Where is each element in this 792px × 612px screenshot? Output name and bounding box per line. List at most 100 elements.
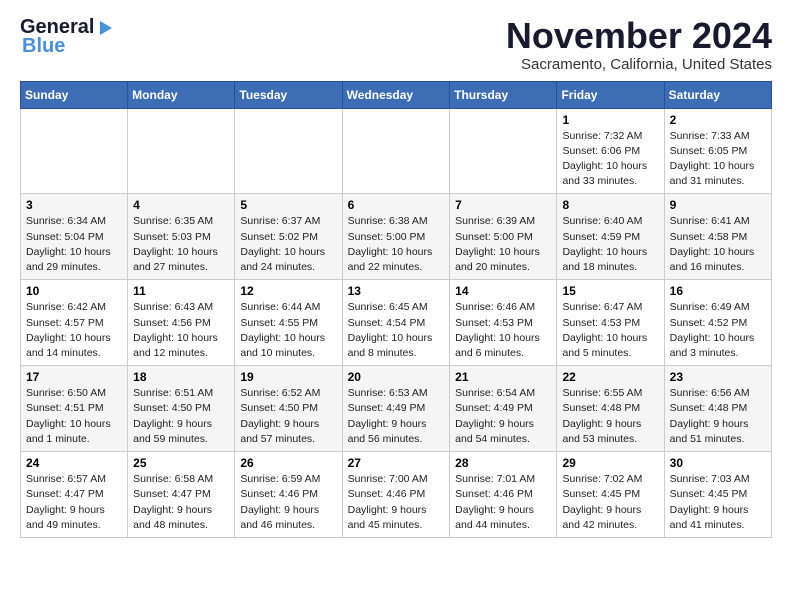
calendar-cell: 19 Sunrise: 6:52 AM Sunset: 4:50 PM Dayli… [235, 366, 342, 452]
calendar-week-row: 1 Sunrise: 7:32 AM Sunset: 6:06 PM Daylig… [21, 108, 772, 194]
day-number: 15 [562, 284, 658, 298]
day-info: Sunrise: 6:40 AM Sunset: 4:59 PM Dayligh… [562, 214, 658, 275]
day-info: Sunrise: 6:57 AM Sunset: 4:47 PM Dayligh… [26, 472, 122, 533]
calendar-cell [235, 108, 342, 194]
calendar-cell: 18 Sunrise: 6:51 AM Sunset: 4:50 PM Dayli… [128, 366, 235, 452]
logo: General Blue [20, 16, 116, 58]
calendar: SundayMondayTuesdayWednesdayThursdayFrid… [20, 81, 772, 538]
day-number: 24 [26, 456, 122, 470]
col-header-saturday: Saturday [664, 81, 771, 108]
calendar-cell: 5 Sunrise: 6:37 AM Sunset: 5:02 PM Daylig… [235, 194, 342, 280]
day-number: 18 [133, 370, 229, 384]
day-info: Sunrise: 6:53 AM Sunset: 4:49 PM Dayligh… [348, 386, 445, 447]
month-title: November 2024 [506, 16, 772, 56]
calendar-week-row: 24 Sunrise: 6:57 AM Sunset: 4:47 PM Dayli… [21, 452, 772, 538]
day-number: 4 [133, 198, 229, 212]
calendar-cell: 4 Sunrise: 6:35 AM Sunset: 5:03 PM Daylig… [128, 194, 235, 280]
day-info: Sunrise: 6:49 AM Sunset: 4:52 PM Dayligh… [670, 300, 766, 361]
calendar-week-row: 17 Sunrise: 6:50 AM Sunset: 4:51 PM Dayli… [21, 366, 772, 452]
col-header-wednesday: Wednesday [342, 81, 450, 108]
day-info: Sunrise: 6:39 AM Sunset: 5:00 PM Dayligh… [455, 214, 551, 275]
day-number: 25 [133, 456, 229, 470]
calendar-cell: 10Sunrise: 6:42 AM Sunset: 4:57 PM Dayli… [21, 280, 128, 366]
day-number: 19 [240, 370, 336, 384]
day-info: Sunrise: 6:34 AM Sunset: 5:04 PM Dayligh… [26, 214, 122, 275]
calendar-header-row: SundayMondayTuesdayWednesdayThursdayFrid… [21, 81, 772, 108]
day-number: 8 [562, 198, 658, 212]
calendar-cell: 9 Sunrise: 6:41 AM Sunset: 4:58 PM Daylig… [664, 194, 771, 280]
day-number: 26 [240, 456, 336, 470]
day-info: Sunrise: 6:51 AM Sunset: 4:50 PM Dayligh… [133, 386, 229, 447]
calendar-cell: 22 Sunrise: 6:55 AM Sunset: 4:48 PM Dayli… [557, 366, 664, 452]
col-header-tuesday: Tuesday [235, 81, 342, 108]
day-number: 9 [670, 198, 766, 212]
day-number: 5 [240, 198, 336, 212]
title-block: November 2024 Sacramento, California, Un… [506, 16, 772, 73]
calendar-cell: 28 Sunrise: 7:01 AM Sunset: 4:46 PM Dayli… [450, 452, 557, 538]
calendar-cell: 20 Sunrise: 6:53 AM Sunset: 4:49 PM Dayli… [342, 366, 450, 452]
day-info: Sunrise: 6:41 AM Sunset: 4:58 PM Dayligh… [670, 214, 766, 275]
day-info: Sunrise: 6:52 AM Sunset: 4:50 PM Dayligh… [240, 386, 336, 447]
day-info: Sunrise: 6:43 AM Sunset: 4:56 PM Dayligh… [133, 300, 229, 361]
day-number: 17 [26, 370, 122, 384]
day-info: Sunrise: 6:38 AM Sunset: 5:00 PM Dayligh… [348, 214, 445, 275]
calendar-cell: 2 Sunrise: 7:33 AM Sunset: 6:05 PM Daylig… [664, 108, 771, 194]
calendar-cell: 16 Sunrise: 6:49 AM Sunset: 4:52 PM Dayli… [664, 280, 771, 366]
day-number: 2 [670, 113, 766, 127]
col-header-thursday: Thursday [450, 81, 557, 108]
day-info: Sunrise: 6:55 AM Sunset: 4:48 PM Dayligh… [562, 386, 658, 447]
logo-blue: Blue [22, 35, 65, 58]
header: General Blue November 2024 Sacramento, C… [20, 16, 772, 73]
day-number: 12 [240, 284, 336, 298]
location: Sacramento, California, United States [506, 56, 772, 73]
day-number: 16 [670, 284, 766, 298]
calendar-week-row: 10Sunrise: 6:42 AM Sunset: 4:57 PM Dayli… [21, 280, 772, 366]
day-info: Sunrise: 6:46 AM Sunset: 4:53 PM Dayligh… [455, 300, 551, 361]
calendar-cell: 13Sunrise: 6:45 AM Sunset: 4:54 PM Dayli… [342, 280, 450, 366]
day-info: Sunrise: 6:47 AM Sunset: 4:53 PM Dayligh… [562, 300, 658, 361]
day-number: 3 [26, 198, 122, 212]
calendar-week-row: 3 Sunrise: 6:34 AM Sunset: 5:04 PM Daylig… [21, 194, 772, 280]
day-info: Sunrise: 7:03 AM Sunset: 4:45 PM Dayligh… [670, 472, 766, 533]
calendar-cell: 25 Sunrise: 6:58 AM Sunset: 4:47 PM Dayli… [128, 452, 235, 538]
day-info: Sunrise: 6:50 AM Sunset: 4:51 PM Dayligh… [26, 386, 122, 447]
calendar-cell [450, 108, 557, 194]
day-info: Sunrise: 7:33 AM Sunset: 6:05 PM Dayligh… [670, 129, 766, 190]
day-number: 11 [133, 284, 229, 298]
calendar-cell: 12 Sunrise: 6:44 AM Sunset: 4:55 PM Dayli… [235, 280, 342, 366]
calendar-cell: 6 Sunrise: 6:38 AM Sunset: 5:00 PM Daylig… [342, 194, 450, 280]
calendar-cell: 24 Sunrise: 6:57 AM Sunset: 4:47 PM Dayli… [21, 452, 128, 538]
day-number: 13 [348, 284, 445, 298]
day-number: 1 [562, 113, 658, 127]
day-number: 10 [26, 284, 122, 298]
calendar-cell: 21 Sunrise: 6:54 AM Sunset: 4:49 PM Dayli… [450, 366, 557, 452]
day-info: Sunrise: 6:44 AM Sunset: 4:55 PM Dayligh… [240, 300, 336, 361]
calendar-cell: 15 Sunrise: 6:47 AM Sunset: 4:53 PM Dayli… [557, 280, 664, 366]
day-info: Sunrise: 6:54 AM Sunset: 4:49 PM Dayligh… [455, 386, 551, 447]
day-info: Sunrise: 6:56 AM Sunset: 4:48 PM Dayligh… [670, 386, 766, 447]
day-info: Sunrise: 7:02 AM Sunset: 4:45 PM Dayligh… [562, 472, 658, 533]
day-info: Sunrise: 7:00 AM Sunset: 4:46 PM Dayligh… [348, 472, 445, 533]
day-info: Sunrise: 7:32 AM Sunset: 6:06 PM Dayligh… [562, 129, 658, 190]
col-header-monday: Monday [128, 81, 235, 108]
calendar-cell: 27Sunrise: 7:00 AM Sunset: 4:46 PM Dayli… [342, 452, 450, 538]
day-number: 22 [562, 370, 658, 384]
calendar-cell: 17 Sunrise: 6:50 AM Sunset: 4:51 PM Dayli… [21, 366, 128, 452]
day-number: 23 [670, 370, 766, 384]
calendar-cell [21, 108, 128, 194]
calendar-cell: 1 Sunrise: 7:32 AM Sunset: 6:06 PM Daylig… [557, 108, 664, 194]
day-number: 28 [455, 456, 551, 470]
calendar-cell [128, 108, 235, 194]
day-number: 6 [348, 198, 445, 212]
day-info: Sunrise: 6:35 AM Sunset: 5:03 PM Dayligh… [133, 214, 229, 275]
day-info: Sunrise: 6:58 AM Sunset: 4:47 PM Dayligh… [133, 472, 229, 533]
day-number: 21 [455, 370, 551, 384]
calendar-cell: 11 Sunrise: 6:43 AM Sunset: 4:56 PM Dayli… [128, 280, 235, 366]
col-header-friday: Friday [557, 81, 664, 108]
day-info: Sunrise: 6:37 AM Sunset: 5:02 PM Dayligh… [240, 214, 336, 275]
calendar-cell: 3 Sunrise: 6:34 AM Sunset: 5:04 PM Daylig… [21, 194, 128, 280]
day-info: Sunrise: 7:01 AM Sunset: 4:46 PM Dayligh… [455, 472, 551, 533]
calendar-cell: 29Sunrise: 7:02 AM Sunset: 4:45 PM Dayli… [557, 452, 664, 538]
col-header-sunday: Sunday [21, 81, 128, 108]
day-number: 20 [348, 370, 445, 384]
